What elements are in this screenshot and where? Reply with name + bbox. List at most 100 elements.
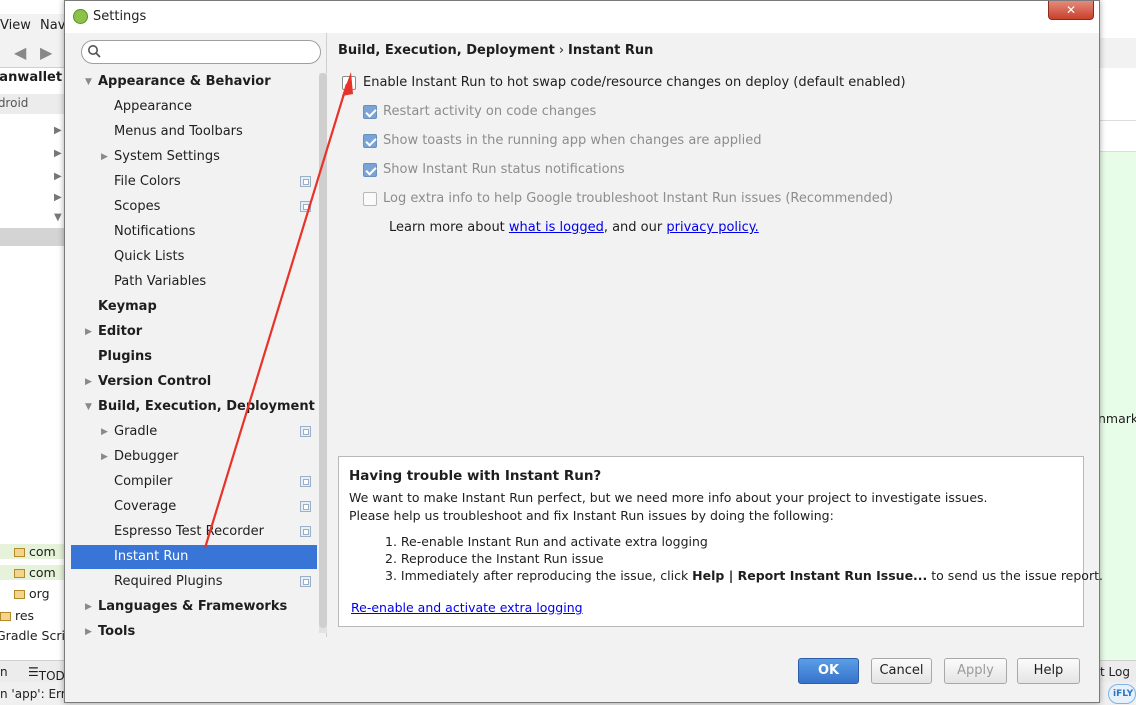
tree-item-plugins[interactable]: Plugins: [71, 345, 317, 369]
event-log-tab[interactable]: t Log: [1100, 665, 1130, 679]
tree-scroll-thumb[interactable]: [319, 73, 327, 628]
tree-item-build-execution-deployment[interactable]: ▼ Build, Execution, Deployment: [71, 395, 317, 419]
search-input[interactable]: [106, 43, 316, 61]
tree-item-label: Plugins: [98, 349, 152, 364]
project-level-settings-icon: [300, 526, 311, 537]
tree-collapse-icon[interactable]: ▼: [54, 212, 62, 223]
settings-sidebar: ▼ Appearance & Behavior Appearance Menus an…: [71, 33, 327, 637]
tree-item-editor[interactable]: ▶ Editor: [71, 320, 317, 344]
ok-button[interactable]: OK: [798, 658, 859, 684]
collapse-arrow-icon[interactable]: ▼: [85, 70, 92, 94]
tree-item-label: Editor: [98, 324, 143, 339]
tree-expand-icon[interactable]: ▶: [54, 192, 62, 203]
tree-expand-icon[interactable]: ▶: [54, 148, 62, 159]
help-button[interactable]: Help: [1017, 658, 1080, 684]
tree-row[interactable]: com: [0, 565, 68, 580]
expand-arrow-icon[interactable]: ▶: [85, 370, 92, 394]
tree-item-keymap[interactable]: Keymap: [71, 295, 317, 319]
editor-preview-edge: [1100, 152, 1136, 660]
tree-item-label: Menus and Toolbars: [114, 124, 243, 139]
tree-expand-icon[interactable]: ▶: [54, 171, 62, 182]
tree-item-compiler[interactable]: Compiler: [71, 470, 317, 494]
tree-item-label: Quick Lists: [114, 249, 185, 264]
dialog-title: Settings: [93, 9, 147, 24]
expand-arrow-icon[interactable]: ▶: [85, 620, 92, 637]
tree-expand-icon[interactable]: ▶: [54, 125, 62, 136]
tree-item-label: Languages & Frameworks: [98, 599, 288, 614]
tree-item-instant-run[interactable]: Instant Run: [71, 545, 317, 569]
settings-search[interactable]: [81, 40, 321, 64]
expand-arrow-icon[interactable]: ▶: [101, 420, 108, 444]
project-level-settings-icon: [300, 476, 311, 487]
what-is-logged-link[interactable]: what is logged: [509, 220, 604, 235]
close-button[interactable]: ✕: [1048, 1, 1094, 20]
back-icon[interactable]: ◀: [14, 43, 26, 62]
report-issue-menu-path: Help | Report Instant Run Issue...: [692, 568, 928, 583]
tree-item-label: Build, Execution, Deployment: [98, 399, 315, 414]
tree-item-label: Notifications: [114, 224, 196, 239]
project-name: banwallet: [0, 70, 63, 85]
apply-button[interactable]: Apply: [944, 658, 1007, 684]
tree-item-required-plugins[interactable]: Required Plugins: [71, 570, 317, 594]
tree-item-menus-and-toolbars[interactable]: Menus and Toolbars: [71, 120, 317, 144]
ide-toolbar: ◀ ▶: [0, 38, 70, 68]
expand-arrow-icon[interactable]: ▶: [85, 320, 92, 344]
expand-arrow-icon[interactable]: ▶: [85, 595, 92, 619]
expand-arrow-icon[interactable]: ▶: [101, 445, 108, 469]
troubleshoot-text: We want to make Instant Run perfect, but…: [349, 490, 988, 505]
editor-text: nmark: [1098, 411, 1136, 426]
forward-icon[interactable]: ▶: [40, 43, 52, 62]
package-icon: [14, 569, 25, 578]
restart-activity-checkbox[interactable]: [363, 105, 377, 119]
tree-row[interactable]: org: [0, 586, 50, 601]
enable-instant-run-label: Enable Instant Run to hot swap code/reso…: [363, 75, 906, 90]
show-toasts-checkbox[interactable]: [363, 134, 377, 148]
log-extra-info-label: Log extra info to help Google troublesho…: [383, 191, 894, 206]
menu-view[interactable]: View: [0, 18, 31, 33]
tree-item-path-variables[interactable]: Path Variables: [71, 270, 317, 294]
learn-more-prefix: Learn more about: [389, 220, 509, 235]
tree-item-system-settings[interactable]: ▶ System Settings: [71, 145, 317, 169]
status-notifications-checkbox[interactable]: [363, 163, 377, 177]
tree-item-appearance[interactable]: Appearance: [71, 95, 317, 119]
breadcrumb-current: Instant Run: [568, 43, 654, 58]
menu-navigate[interactable]: Nav: [40, 18, 65, 33]
tree-item-version-control[interactable]: ▶ Version Control: [71, 370, 317, 394]
privacy-policy-link[interactable]: privacy policy.: [666, 220, 758, 235]
package-icon: [14, 590, 25, 599]
tree-item-tools[interactable]: ▶ Tools: [71, 620, 317, 637]
tree-selected-row[interactable]: [0, 228, 68, 246]
tree-item-debugger[interactable]: ▶ Debugger: [71, 445, 317, 469]
dialog-titlebar[interactable]: Settings ✕: [65, 1, 1099, 33]
tree-item-appearance-behavior[interactable]: ▼ Appearance & Behavior: [71, 70, 317, 94]
tree-item-gradle[interactable]: ▶ Gradle: [71, 420, 317, 444]
cancel-button[interactable]: Cancel: [871, 658, 932, 684]
ide-menubar: View Nav: [0, 14, 70, 38]
expand-arrow-icon[interactable]: ▶: [101, 145, 108, 169]
log-extra-info-checkbox[interactable]: [363, 192, 377, 206]
tree-item-notifications[interactable]: Notifications: [71, 220, 317, 244]
tree-item-label: Version Control: [98, 374, 212, 389]
tree-row[interactable]: com: [0, 544, 68, 559]
tree-item-espresso-test-recorder[interactable]: Espresso Test Recorder: [71, 520, 317, 544]
re-enable-logging-link[interactable]: Re-enable and activate extra logging: [351, 600, 583, 615]
tree-row[interactable]: res: [0, 608, 34, 623]
search-icon: [88, 45, 101, 58]
tree-scrollbar[interactable]: [319, 73, 327, 633]
learn-more-text: Learn more about what is logged, and our…: [389, 220, 759, 235]
tree-item-label: Required Plugins: [114, 574, 223, 589]
tree-item-label: Debugger: [114, 449, 179, 464]
project-view-selector[interactable]: Android: [0, 94, 70, 114]
tree-item-label: Keymap: [98, 299, 157, 314]
status-notifications-label: Show Instant Run status notifications: [383, 162, 625, 177]
tree-item-languages-frameworks[interactable]: ▶ Languages & Frameworks: [71, 595, 317, 619]
tree-item-coverage[interactable]: Coverage: [71, 495, 317, 519]
tree-item-scopes[interactable]: Scopes: [71, 195, 317, 219]
todo-tab[interactable]: ☰ TODO: [28, 665, 74, 683]
restart-activity-label: Restart activity on code changes: [383, 104, 597, 119]
tree-item-file-colors[interactable]: File Colors: [71, 170, 317, 194]
enable-instant-run-checkbox[interactable]: [342, 76, 356, 90]
collapse-arrow-icon[interactable]: ▼: [85, 395, 92, 419]
tree-item-quick-lists[interactable]: Quick Lists: [71, 245, 317, 269]
run-tab[interactable]: n: [0, 665, 8, 679]
